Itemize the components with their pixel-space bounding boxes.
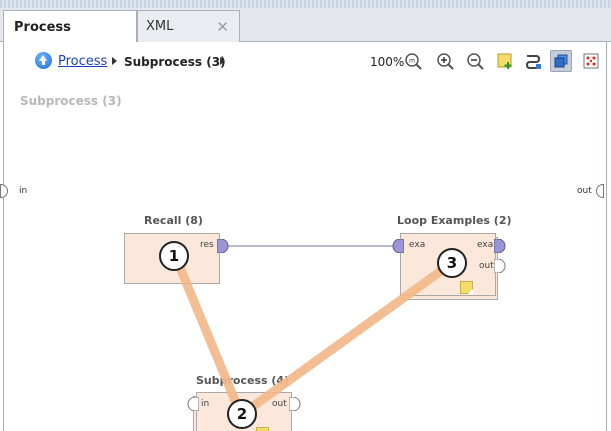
tab-xml-label: XML [146,19,174,34]
svg-text:m: m [409,58,415,65]
add-note-icon[interactable] [494,50,516,72]
breadcrumb-process-link[interactable]: Process [58,54,107,69]
tab-xml[interactable]: XML ✕ [137,10,240,42]
process-toolbar: Process Subprocess (3) 100% m [4,42,606,82]
breadcrumb-current: Subprocess (3) [124,55,226,69]
tab-process[interactable]: Process [3,10,137,43]
zoom-out-icon[interactable] [464,50,486,72]
annotation-path [171,253,457,420]
tab-bar: Process XML ✕ [0,8,611,43]
breadcrumb-dropdown-icon[interactable] [220,57,225,65]
zoom-level: 100% [370,55,405,69]
tab-process-label: Process [14,19,71,35]
auto-wire-icon[interactable] [522,50,544,72]
annotation-line [171,253,457,420]
zoom-fit-icon[interactable]: m [402,50,424,72]
breadcrumb-arrow-icon [112,57,117,65]
process-panel: Process Subprocess (3) 100% m Subprocess… [0,42,607,431]
process-window: Process XML ✕ Process Subprocess (3) 100… [0,0,611,431]
close-icon[interactable]: ✕ [216,18,229,36]
zoom-in-icon[interactable] [434,50,456,72]
step-badge-1: 1 [159,241,189,271]
process-canvas[interactable]: Subprocess (3) in out Recall (8) res Loo… [0,82,606,431]
step-badge-2: 2 [227,399,257,429]
step-badge-3: 3 [437,248,467,278]
up-icon[interactable] [35,52,52,69]
arrange-icon[interactable] [580,50,602,72]
layer-icon[interactable] [550,50,572,72]
